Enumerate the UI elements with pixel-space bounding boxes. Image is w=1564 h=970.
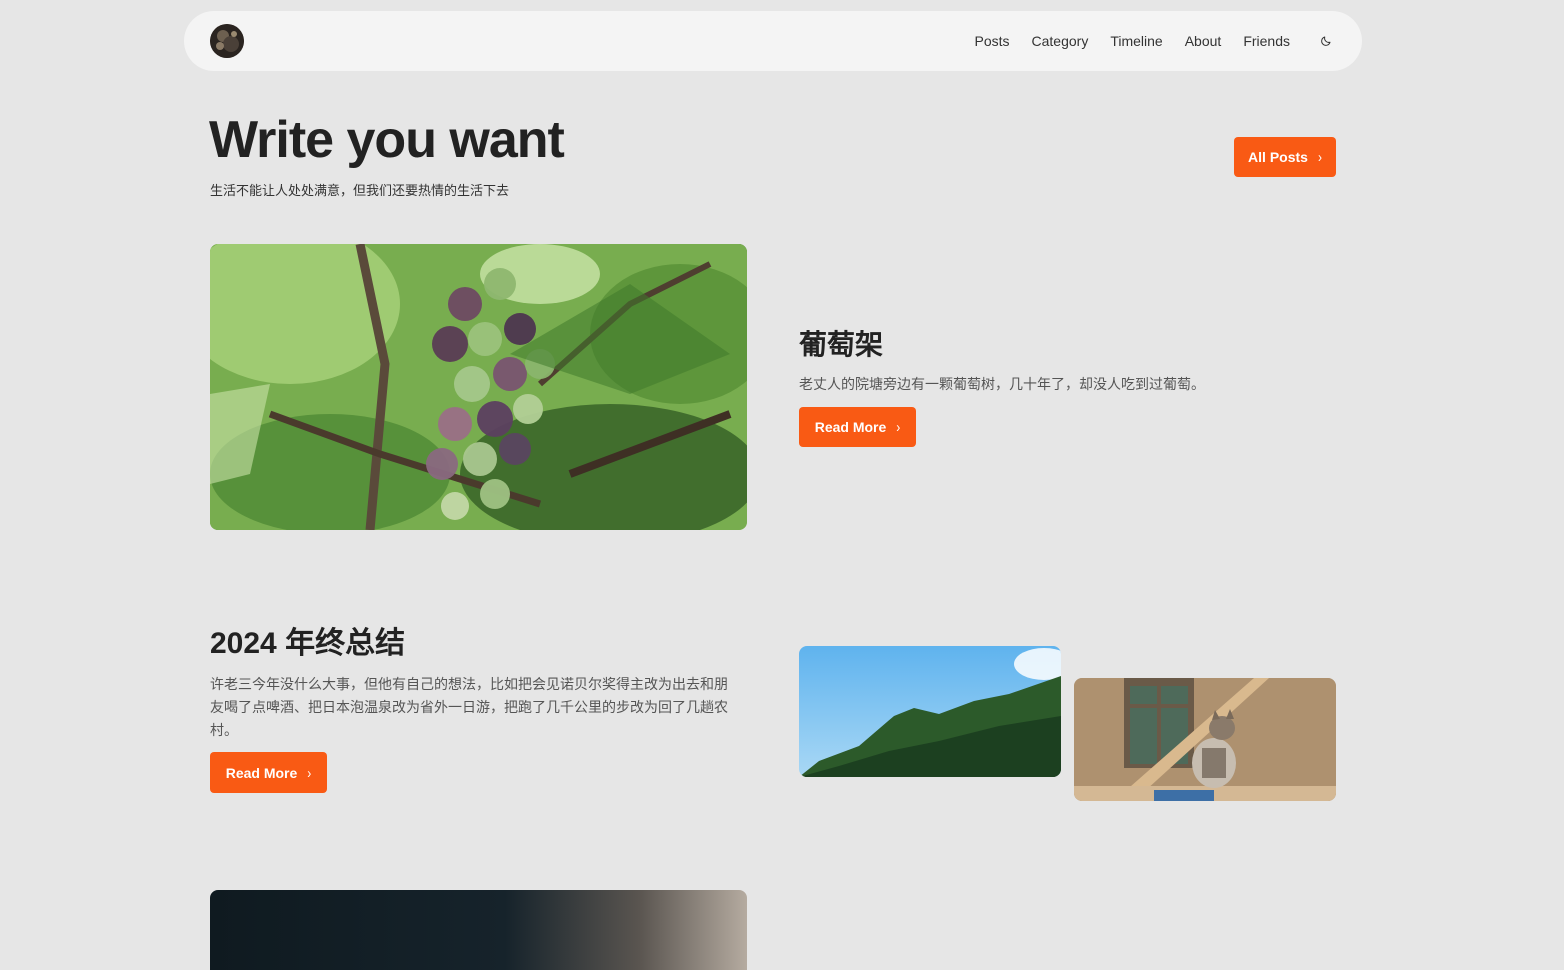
nav-links: Posts Category Timeline About Friends (975, 11, 1363, 71)
read-more-button[interactable]: Read More › (799, 407, 916, 447)
post-image-cat[interactable] (1074, 678, 1336, 801)
hero-title: Write you want (209, 111, 565, 169)
post-image-grapes[interactable] (210, 244, 747, 530)
read-more-label: Read More (225, 764, 298, 781)
post-title[interactable]: 葡萄架 (799, 325, 883, 365)
nav-link-posts[interactable]: Posts (975, 33, 1010, 49)
moon-icon[interactable] (1318, 33, 1334, 49)
post-title[interactable]: 2024 年终总结 (210, 624, 405, 664)
chevron-right-icon: › (307, 764, 312, 781)
read-more-button[interactable]: Read More › (210, 752, 327, 793)
avatar[interactable] (210, 24, 244, 58)
nav-link-about[interactable]: About (1185, 33, 1222, 49)
nav-link-timeline[interactable]: Timeline (1110, 33, 1162, 49)
chevron-right-icon: › (1317, 148, 1322, 166)
hero-subtitle: 生活不能让人处处满意，但我们还要热情的生活下去 (210, 183, 510, 198)
all-posts-button[interactable]: All Posts › (1234, 137, 1336, 177)
read-more-label: Read More (814, 419, 887, 435)
nav-link-friends[interactable]: Friends (1243, 33, 1290, 49)
all-posts-label: All Posts (1248, 149, 1308, 165)
navbar: Posts Category Timeline About Friends (184, 11, 1362, 71)
chevron-right-icon: › (896, 418, 901, 436)
nav-link-category[interactable]: Category (1032, 33, 1089, 49)
post-image-mountain[interactable] (799, 646, 1061, 777)
post-image-dark[interactable] (210, 890, 747, 970)
post-excerpt: 许老三今年没什么大事，但他有自己的想法，比如把会见诺贝尔奖得主改为出去和朋友喝了… (210, 676, 728, 738)
post-excerpt: 老丈人的院塘旁边有一颗葡萄树，几十年了，却没人吃到过葡萄。 (799, 376, 1205, 392)
